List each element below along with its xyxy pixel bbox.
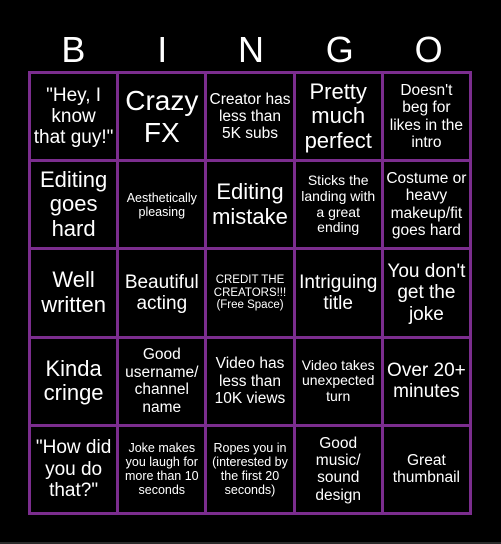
cell-text: Great thumbnail — [392, 452, 460, 487]
bingo-cell[interactable]: Costume or heavy makeup/fit goes hard — [383, 162, 469, 248]
cell-text: Aesthetically pleasing — [126, 190, 197, 219]
bingo-cell[interactable]: "How did you do that?" — [31, 426, 117, 512]
cell-text: Good music/ sound design — [315, 434, 362, 504]
bingo-cell[interactable]: "Hey, I know that guy!" — [31, 74, 117, 160]
cell-text: Ropes you in (interested by the first 20… — [212, 441, 288, 498]
cell-text: Sticks the landing with a great ending — [301, 172, 376, 236]
bingo-cell[interactable]: Sticks the landing with a great ending — [295, 162, 381, 248]
bingo-cell[interactable]: Editing goes hard — [31, 162, 117, 248]
cell-text: Pretty much perfect — [304, 78, 372, 153]
bingo-header: B I N G O — [29, 28, 473, 72]
cell-text: Over 20+ minutes — [387, 359, 466, 403]
cell-text: "Hey, I know that guy!" — [33, 84, 114, 149]
bingo-cell[interactable]: Video has less than 10K views — [207, 338, 293, 424]
cell-text: Kinda cringe — [43, 355, 104, 406]
bingo-cell[interactable]: Good music/ sound design — [295, 426, 381, 512]
bingo-card-grid: "Hey, I know that guy!" Crazy FX Creator… — [28, 71, 472, 515]
cell-text: Well written — [41, 267, 106, 317]
cell-text: CREDIT THE CREATORS!!! (Free Space) — [213, 273, 287, 312]
bingo-cell[interactable]: Great thumbnail — [383, 426, 469, 512]
bingo-cell[interactable]: Editing mistake — [207, 162, 293, 248]
cell-text: Crazy FX — [125, 85, 199, 148]
cell-text: Video has less than 10K views — [214, 355, 286, 407]
header-letter-b: B — [61, 29, 86, 70]
bingo-cell[interactable]: Crazy FX — [119, 74, 205, 160]
cell-text: Editing goes hard — [39, 166, 108, 242]
cell-text: Creator has less than 5K subs — [209, 90, 291, 143]
cell-text: You don't get the joke — [387, 261, 466, 325]
bingo-cell[interactable]: Over 20+ minutes — [383, 338, 469, 424]
header-letter-o: O — [414, 29, 443, 70]
cell-text: Editing mistake — [212, 179, 288, 229]
bingo-cell[interactable]: Video takes unexpected turn — [295, 338, 381, 424]
bingo-cell[interactable]: Creator has less than 5K subs — [207, 74, 293, 160]
bingo-cell[interactable]: Good username/ channel name — [119, 338, 205, 424]
header-letter-g: G — [325, 29, 354, 70]
cell-text: Intriguing title — [299, 271, 378, 314]
cell-text: Costume or heavy makeup/fit goes hard — [386, 170, 467, 240]
header-letter-i: I — [157, 29, 168, 70]
free-space-cell[interactable]: CREDIT THE CREATORS!!! (Free Space) — [207, 250, 293, 336]
bingo-cell[interactable]: You don't get the joke — [383, 250, 469, 336]
cell-text: Joke makes you laugh for more than 10 se… — [124, 441, 199, 498]
bingo-cell[interactable]: Intriguing title — [295, 250, 381, 336]
bingo-cell[interactable]: Kinda cringe — [31, 338, 117, 424]
cell-text: Good username/ channel name — [125, 346, 199, 416]
cell-text: Doesn't beg for likes in the intro — [389, 81, 463, 151]
cell-text: Beautiful acting — [124, 271, 199, 314]
cell-text: "How did you do that?" — [35, 437, 112, 502]
bingo-cell[interactable]: Ropes you in (interested by the first 20… — [207, 426, 293, 512]
bingo-cell[interactable]: Well written — [31, 250, 117, 336]
bingo-cell[interactable]: Joke makes you laugh for more than 10 se… — [119, 426, 205, 512]
bingo-cell[interactable]: Pretty much perfect — [295, 74, 381, 160]
bingo-cell[interactable]: Doesn't beg for likes in the intro — [383, 74, 469, 160]
cell-text: Video takes unexpected turn — [301, 356, 375, 405]
header-letter-n: N — [237, 29, 264, 70]
bingo-cell[interactable]: Aesthetically pleasing — [119, 162, 205, 248]
bingo-cell[interactable]: Beautiful acting — [119, 250, 205, 336]
